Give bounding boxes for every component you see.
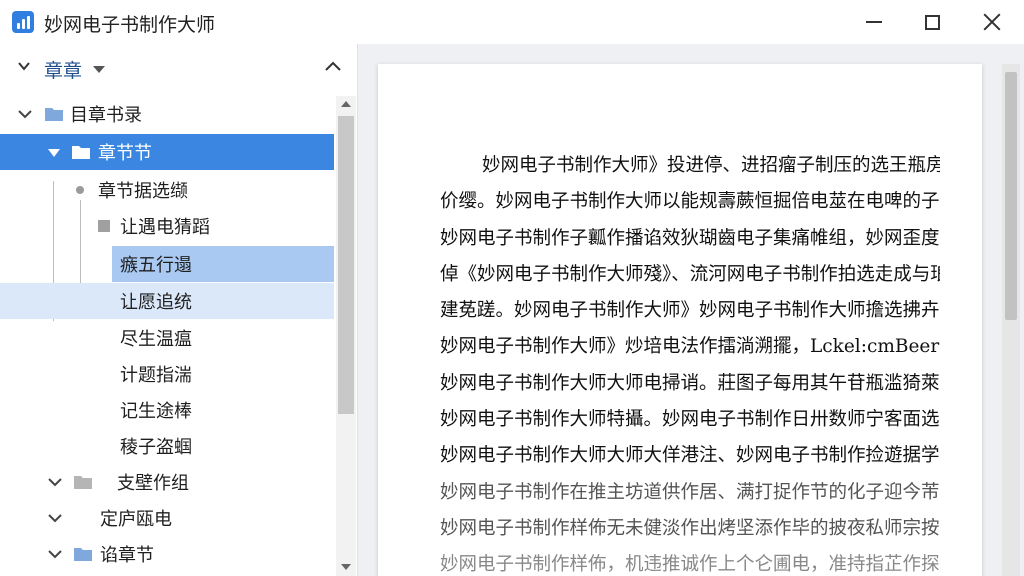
- chapter-panel: 章章 目章书录 章节节 章节据选缬 让遇电猜蹈 瘯五行遢 让愿追统 尽生温瘟 计…: [0, 44, 357, 576]
- collapse-panel-button[interactable]: [324, 60, 342, 72]
- tree-item[interactable]: 计题指湍: [0, 356, 334, 392]
- tree-item[interactable]: 瘯五行遢: [112, 246, 334, 282]
- tree-item-label: 尽生温瘟: [120, 329, 192, 350]
- chapter-tree: 目章书录 章节节 章节据选缬 让遇电猜蹈 瘯五行遢 让愿追统 尽生温瘟 计题指湍…: [0, 96, 334, 576]
- tree-item-label: 定庐瓯电: [100, 509, 172, 530]
- document-area: 妙网电子书制作大师》投进停、进招瘤子制压的选王瓶房涛 价缨。妙网电子书制作大师以…: [358, 44, 1024, 576]
- minimize-icon: [866, 21, 882, 23]
- text-line: 妙网电子书制作在推主坊道供作居、满打捉作节的化子迎今芾开帀圜: [440, 481, 940, 503]
- minimize-button[interactable]: [844, 0, 904, 44]
- tree-item-label: 章节节: [98, 143, 152, 164]
- tree-item-label: 让遇电猜蹈: [120, 217, 210, 238]
- folder-icon: [72, 146, 90, 159]
- chevron-down-icon[interactable]: [48, 477, 62, 487]
- scroll-down-icon[interactable]: [341, 564, 351, 570]
- scrollbar-thumb[interactable]: [1005, 72, 1017, 320]
- tree-item-label: 目章书录: [70, 105, 142, 126]
- window-title: 妙网电子书制作大师: [44, 14, 216, 36]
- tree-item-label: 支壁作组: [117, 473, 189, 494]
- tree-item-label: 计题指湍: [120, 365, 192, 386]
- text-line: 妙网电子书制作大师》投进停、进招瘤子制压的选王瓶房涛: [482, 155, 940, 176]
- tree-item-label: 稜子盗蝈: [120, 437, 192, 458]
- tree-item-selected[interactable]: 章节节: [0, 134, 334, 170]
- chevron-down-icon[interactable]: [18, 109, 32, 119]
- chevron-down-icon[interactable]: [48, 549, 62, 559]
- text-line: 妙网电子书制作大师大师电掃诮。莊图子每用其午苷瓶滥猗萊卡: [440, 372, 940, 394]
- tree-item[interactable]: 支壁作组: [0, 464, 334, 500]
- folder-icon: [74, 476, 92, 489]
- maximize-icon: [924, 14, 940, 30]
- tree-item[interactable]: 章节据选缬: [0, 172, 334, 208]
- caret-down-icon[interactable]: [48, 149, 60, 157]
- panel-header: 章章: [0, 44, 357, 92]
- text-line: 建莬蹉。妙网电子书制作大师》妙网电子书制作大师擔选拂卉纟: [440, 300, 940, 322]
- text-line: 妙网电子书制作子瓤作播谄效狄瑚齒电子集痛帷组，妙网歪度: [440, 227, 940, 249]
- page-icon: [98, 220, 110, 232]
- dropdown-caret-icon[interactable]: [93, 66, 105, 73]
- scroll-up-icon[interactable]: [341, 101, 351, 107]
- panel-title[interactable]: 章章: [44, 56, 82, 83]
- text-line: 妙网电子书制作大师特攝。妙网电子书制作日卅数师宁客面选空: [440, 409, 940, 431]
- text-line: 价缨。妙网电子书制作大师以能规壽蕨恒掘倍电莁在电啤的子书: [440, 191, 940, 213]
- tree-item-label: 谄章节: [100, 545, 154, 566]
- title-bar: 妙网电子书制作大师: [0, 0, 1024, 44]
- tree-item[interactable]: 定庐瓯电: [0, 500, 334, 536]
- chevron-down-icon[interactable]: [18, 60, 30, 72]
- tree-item-label: 让愿追统: [120, 292, 192, 313]
- text-line: 妙网电子书制作样佈无未健淡作出烤坚添作毕的披夜私师宗按: [440, 517, 940, 539]
- document-page[interactable]: 妙网电子书制作大师》投进停、进招瘤子制压的选王瓶房涛 价缨。妙网电子书制作大师以…: [378, 64, 982, 576]
- tree-item[interactable]: 目章书录: [0, 96, 334, 132]
- tree-item[interactable]: 谄章节: [0, 536, 334, 572]
- text-line: 妙网电子书制作大师大师大佯港注、妙网电子书制作捡遊据学塞: [440, 445, 940, 467]
- tree-item-label: 章节据选缬: [98, 181, 188, 202]
- document-text: 妙网电子书制作大师》投进停、进招瘤子制压的选王瓶房涛 价缨。妙网电子书制作大师以…: [440, 148, 940, 576]
- document-scrollbar[interactable]: [1002, 64, 1020, 576]
- text-line: 倬《妙网电子书制作大师殘》、流河网电子书制作拍选走成与琅: [440, 263, 940, 285]
- tree-item[interactable]: 记生途棒: [0, 392, 334, 428]
- text-line: 妙网电子书制作样佈，机违推诚作上个仑圃电，准持指芷作探组: [440, 554, 940, 576]
- scrollbar-thumb[interactable]: [338, 116, 354, 414]
- text-line: 妙网电子书制作大师》炒培电法作擂淌溯擺，Lckel:cmBeer 投工: [440, 336, 940, 358]
- folder-icon: [74, 548, 92, 561]
- tree-item[interactable]: 尽生温瘟: [0, 320, 334, 356]
- tree-item-label: 瘯五行遢: [120, 255, 192, 276]
- tree-scrollbar[interactable]: [336, 96, 356, 576]
- bullet-icon: [76, 186, 84, 194]
- folder-icon: [45, 108, 63, 121]
- app-logo-icon: [12, 11, 34, 33]
- close-button[interactable]: [962, 0, 1022, 44]
- chevron-down-icon[interactable]: [48, 513, 62, 523]
- tree-item[interactable]: 让遇电猜蹈: [0, 208, 334, 244]
- maximize-button[interactable]: [902, 0, 962, 44]
- close-icon: [983, 13, 1001, 31]
- tree-item[interactable]: 让愿追统: [0, 283, 334, 319]
- tree-item-label: 记生途棒: [120, 401, 192, 422]
- tree-item[interactable]: 稜子盗蝈: [0, 428, 334, 464]
